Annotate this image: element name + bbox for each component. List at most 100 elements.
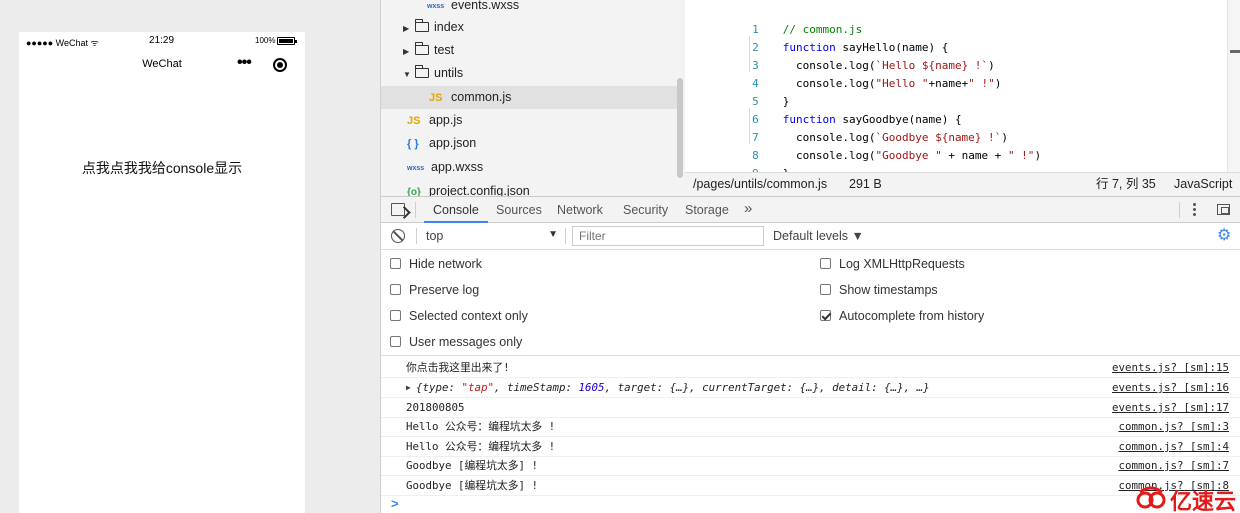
battery-icon <box>277 37 297 45</box>
js-file-icon: JS <box>429 92 443 104</box>
setting-show-timestamps[interactable]: Show timestamps <box>820 280 938 300</box>
log-source-link[interactable]: common.js? [sm]:7 <box>1118 456 1229 475</box>
file-tree-scrollbar[interactable] <box>677 78 683 178</box>
config-file-icon: {o} <box>407 187 421 196</box>
devtools-panel: wxss events.wxss ▶ index ▶ test ▼ untils JS c… <box>380 0 1240 513</box>
code-line: 1// common.js <box>685 3 1225 36</box>
chevron-down-icon[interactable]: ▼ <box>403 63 415 86</box>
wxss-file-icon: wxss <box>407 165 425 172</box>
context-select[interactable]: top ▼ <box>426 229 558 243</box>
checkbox-checked[interactable] <box>820 310 831 321</box>
cloud-logo-icon <box>1136 486 1166 509</box>
folder-label: index <box>434 20 464 34</box>
divider <box>565 228 566 244</box>
setting-log-xhr[interactable]: Log XMLHttpRequests <box>820 254 965 274</box>
devtools-tab-bar: Console Sources Network Security Storage… <box>381 196 1240 223</box>
expand-triangle-icon[interactable]: ▶ <box>406 378 411 397</box>
more-tabs-icon[interactable]: » <box>744 197 752 221</box>
code-line: 2 function sayHello(name) { <box>685 21 1225 54</box>
tab-security[interactable]: Security <box>623 197 668 223</box>
folder-item-untils[interactable]: ▼ untils <box>381 62 677 85</box>
json-file-icon: { } <box>407 138 419 150</box>
nav-title: WeChat <box>142 58 182 70</box>
checkbox[interactable] <box>820 284 831 295</box>
status-bar: ●●●●● WeChat ᯤ 21:29 100% <box>19 32 305 50</box>
folder-item-index[interactable]: ▶ index <box>381 16 677 39</box>
folder-item-test[interactable]: ▶ test <box>381 39 677 62</box>
file-item-common-js[interactable]: JS common.js <box>381 86 677 109</box>
log-levels-dropdown[interactable]: Default levels ▼ <box>773 229 864 243</box>
checkbox[interactable] <box>390 310 401 321</box>
log-row: Hello 公众号：编程坑太多 ! common.js? [sm]:4 <box>381 437 1240 457</box>
tab-storage[interactable]: Storage <box>685 197 729 223</box>
cursor-position[interactable]: 行 7, 列 35 <box>1096 173 1156 195</box>
close-capsule-icon[interactable] <box>273 58 287 72</box>
gear-icon[interactable]: ⚙ <box>1217 228 1233 244</box>
more-icon[interactable]: ••• <box>237 54 252 72</box>
file-label: app.json <box>429 136 477 150</box>
log-message: Goodbye [编程坑太多] ! <box>406 459 538 472</box>
battery-percent: 100% <box>255 36 276 45</box>
console-log-area: 你点击我这里出来了! events.js? [sm]:15 ▶ {type: "… <box>381 357 1240 497</box>
log-row: 201800805 events.js? [sm]:17 <box>381 398 1240 418</box>
log-row: Goodbye [编程坑太多] ! common.js? [sm]:7 <box>381 456 1240 476</box>
tap-text[interactable]: 点我点我我给console显示 <box>19 158 305 178</box>
log-message: 201800805 <box>406 401 465 414</box>
kebab-menu-icon[interactable] <box>1193 202 1197 218</box>
setting-hide-network[interactable]: Hide network <box>390 254 482 274</box>
watermark-text: 亿速云 <box>1170 490 1237 513</box>
carrier-signal: ●●●●● WeChat ᯤ <box>26 38 99 48</box>
setting-label: User messages only <box>409 335 523 349</box>
code-line: 5} <box>685 75 1225 108</box>
log-source-link[interactable]: events.js? [sm]:16 <box>1112 378 1229 397</box>
log-object-preview[interactable]: {type: "tap", timeStamp: 1605, target: {… <box>416 378 930 397</box>
tab-console[interactable]: Console <box>424 197 488 223</box>
setting-label: Selected context only <box>409 309 528 323</box>
setting-preserve-log[interactable]: Preserve log <box>390 280 479 300</box>
checkbox[interactable] <box>390 284 401 295</box>
file-item-events-wxss[interactable]: wxss events.wxss <box>381 0 677 17</box>
log-source-link[interactable]: events.js? [sm]:17 <box>1112 398 1229 417</box>
setting-selected-context[interactable]: Selected context only <box>390 306 528 326</box>
inspect-element-icon[interactable] <box>391 203 405 216</box>
divider <box>415 202 416 218</box>
editor-overview-ruler[interactable] <box>1227 0 1240 172</box>
language-mode[interactable]: JavaScript <box>1174 173 1232 195</box>
log-message: Hello 公众号：编程坑太多 ! <box>406 420 556 433</box>
setting-label: Hide network <box>409 257 482 271</box>
code-line: 8 console.log("Goodbye " + name + " !") <box>685 129 1225 162</box>
file-item-project-config[interactable]: {o} project.config.json <box>381 180 677 196</box>
console-settings: Hide network Preserve log Selected conte… <box>381 250 1240 356</box>
file-item-app-js[interactable]: JS app.js <box>381 109 677 132</box>
chevron-right-icon[interactable]: ▶ <box>403 40 415 63</box>
file-label: project.config.json <box>429 184 530 196</box>
setting-autocomplete[interactable]: Autocomplete from history <box>820 306 984 326</box>
setting-user-messages[interactable]: User messages only <box>390 332 522 352</box>
clear-console-icon[interactable] <box>391 229 405 243</box>
log-message: Hello 公众号：编程坑太多 ! <box>406 440 556 453</box>
checkbox[interactable] <box>390 258 401 269</box>
chevron-right-icon[interactable]: ▶ <box>403 17 415 40</box>
phone-screen: ●●●●● WeChat ᯤ 21:29 100% WeChat ••• 点我点… <box>19 32 305 513</box>
code-line: 7 console.log(`Goodbye ${name} !`) <box>685 111 1225 144</box>
log-row: 你点击我这里出来了! events.js? [sm]:15 <box>381 358 1240 378</box>
divider <box>416 228 417 244</box>
console-input[interactable]: > <box>381 496 1240 513</box>
checkbox[interactable] <box>820 258 831 269</box>
wechat-nav-bar: WeChat ••• <box>19 52 305 78</box>
console-filter-bar: top ▼ Default levels ▼ ⚙ <box>381 223 1240 250</box>
file-item-app-json[interactable]: { } app.json <box>381 132 677 155</box>
code-editor[interactable]: 1// common.js 2 function sayHello(name) {… <box>685 0 1240 180</box>
log-source-link[interactable]: events.js? [sm]:15 <box>1112 358 1229 377</box>
checkbox[interactable] <box>390 336 401 347</box>
js-file-icon: JS <box>407 115 421 127</box>
filter-input[interactable] <box>572 226 764 246</box>
folder-icon <box>415 19 429 32</box>
tab-sources[interactable]: Sources <box>496 197 542 223</box>
tab-network[interactable]: Network <box>557 197 603 223</box>
file-item-app-wxss[interactable]: wxss app.wxss <box>381 156 677 179</box>
log-source-link[interactable]: common.js? [sm]:3 <box>1118 417 1229 436</box>
log-source-link[interactable]: common.js? [sm]:4 <box>1118 437 1229 456</box>
folder-label: test <box>434 43 455 57</box>
dock-side-icon[interactable] <box>1217 204 1230 215</box>
